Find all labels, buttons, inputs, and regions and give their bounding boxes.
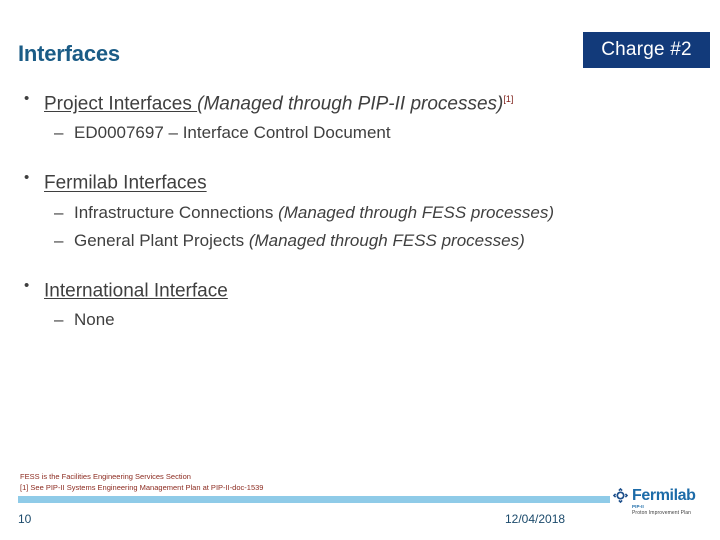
bullet-level1: • International Interface — [18, 271, 708, 306]
bullet-subtext: General Plant Projects — [74, 230, 249, 250]
bullet-heading: Fermilab Interfaces — [44, 172, 207, 194]
footer-divider — [18, 496, 610, 503]
bullet-list: • Project Interfaces (Managed through PIP… — [18, 84, 708, 334]
bullet-subtext: None — [74, 309, 115, 329]
fermilab-mark-icon — [612, 487, 629, 504]
footnote-line-2: [1] See PIP-II Systems Engineering Manag… — [20, 483, 264, 492]
footnote-line-1: FESS is the Facilities Engineering Servi… — [20, 472, 191, 481]
fermilab-logo: Fermilab PIP-II Proton Improvement Plan — [612, 487, 712, 523]
slide: Charge #2 Interfaces • Project Interfaces… — [0, 0, 720, 540]
bullet-level1: • Fermilab Interfaces — [18, 163, 708, 198]
bullet-group: • Project Interfaces (Managed through PIP… — [18, 84, 708, 147]
bullet-heading: International Interface — [44, 279, 228, 301]
bullet-level2: – General Plant Projects (Managed through… — [18, 227, 708, 255]
bullet-dot-icon: • — [24, 90, 30, 107]
footer-date: 12/04/2018 — [505, 512, 566, 526]
bullet-level1: • Project Interfaces (Managed through PIP… — [18, 84, 708, 119]
bullet-heading: Project Interfaces — [44, 93, 198, 115]
bullet-subnote: (Managed through FESS processes) — [278, 202, 555, 222]
footnotes: FESS is the Facilities Engineering Servi… — [20, 471, 263, 493]
dash-icon: – — [54, 123, 64, 143]
bullet-level2: – Infrastructure Connections (Managed thr… — [18, 199, 708, 227]
bullet-group: • Fermilab Interfaces – Infrastructure Con… — [18, 163, 708, 254]
bullet-subnote: (Managed through FESS processes) — [248, 230, 525, 250]
page-title: Interfaces — [18, 41, 120, 66]
footnote-ref: [1] — [503, 94, 514, 104]
bullet-note: (Managed through PIP-II processes) — [197, 93, 504, 115]
bullet-dot-icon: • — [24, 169, 30, 187]
logo-subtitle-plan: Proton Improvement Plan — [632, 510, 691, 516]
bullet-level2: – None — [18, 306, 708, 334]
bullet-subtext: Infrastructure Connections — [74, 202, 279, 222]
fermilab-wordmark: Fermilab — [632, 487, 696, 504]
dash-icon: – — [54, 230, 64, 250]
page-number: 10 — [18, 512, 32, 526]
charge-badge: Charge #2 — [583, 32, 710, 68]
dash-icon: – — [54, 202, 64, 222]
bullet-dot-icon: • — [24, 276, 30, 294]
bullet-level2: – ED0007697 – Interface Control Document — [18, 119, 708, 147]
bullet-group: • International Interface – None — [18, 271, 708, 334]
dash-icon: – — [54, 309, 64, 329]
logo-row: Fermilab — [612, 487, 712, 504]
bullet-subtext: ED0007697 – Interface Control Document — [74, 123, 391, 143]
